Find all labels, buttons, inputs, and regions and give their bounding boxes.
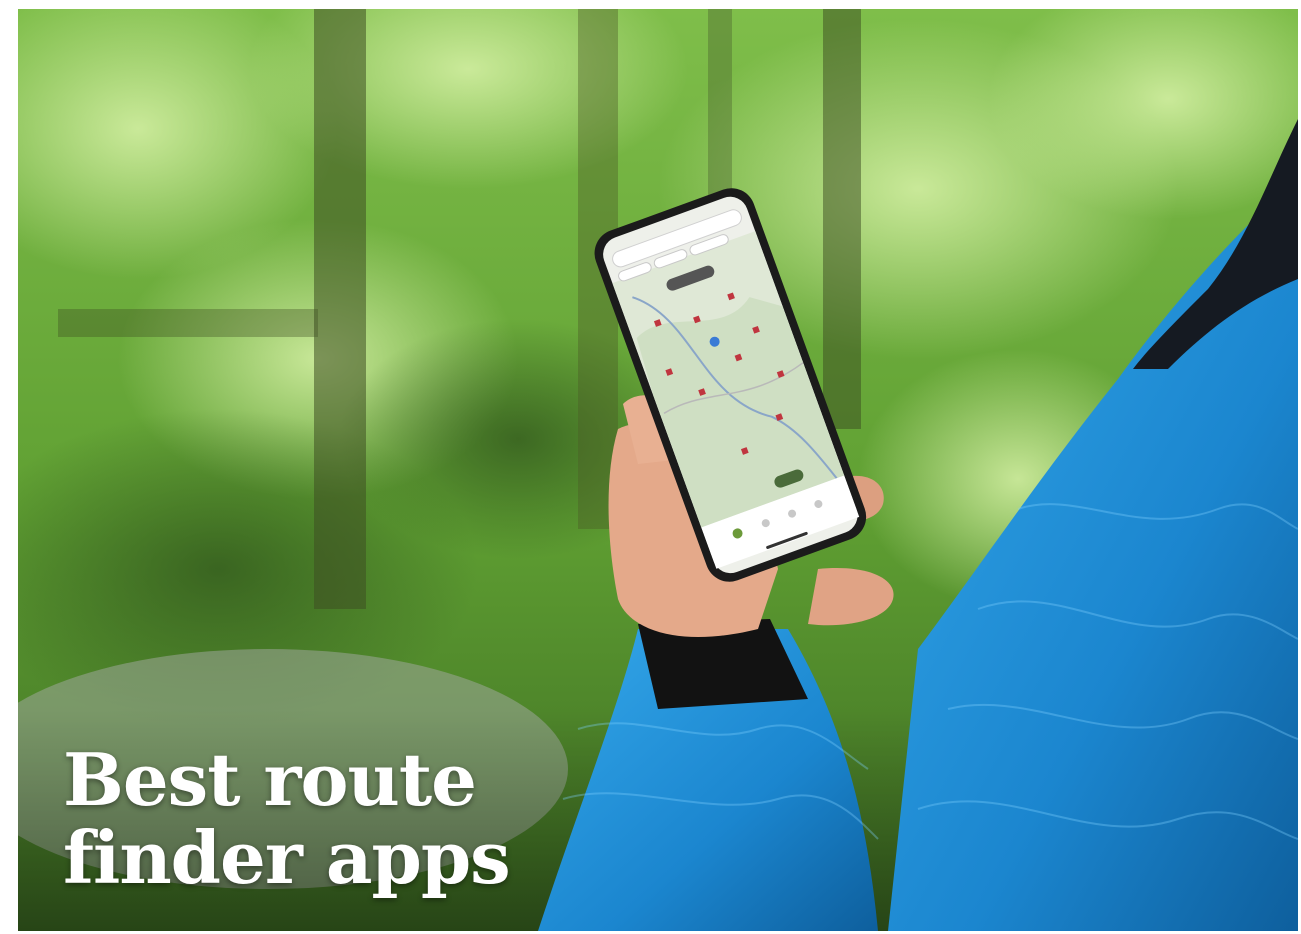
- headline-line-2: finder apps: [63, 815, 511, 900]
- headline-line-1: Best route: [63, 737, 477, 822]
- headline-title: Best route finder apps: [63, 737, 511, 900]
- hero-image: Best route finder apps: [18, 9, 1298, 931]
